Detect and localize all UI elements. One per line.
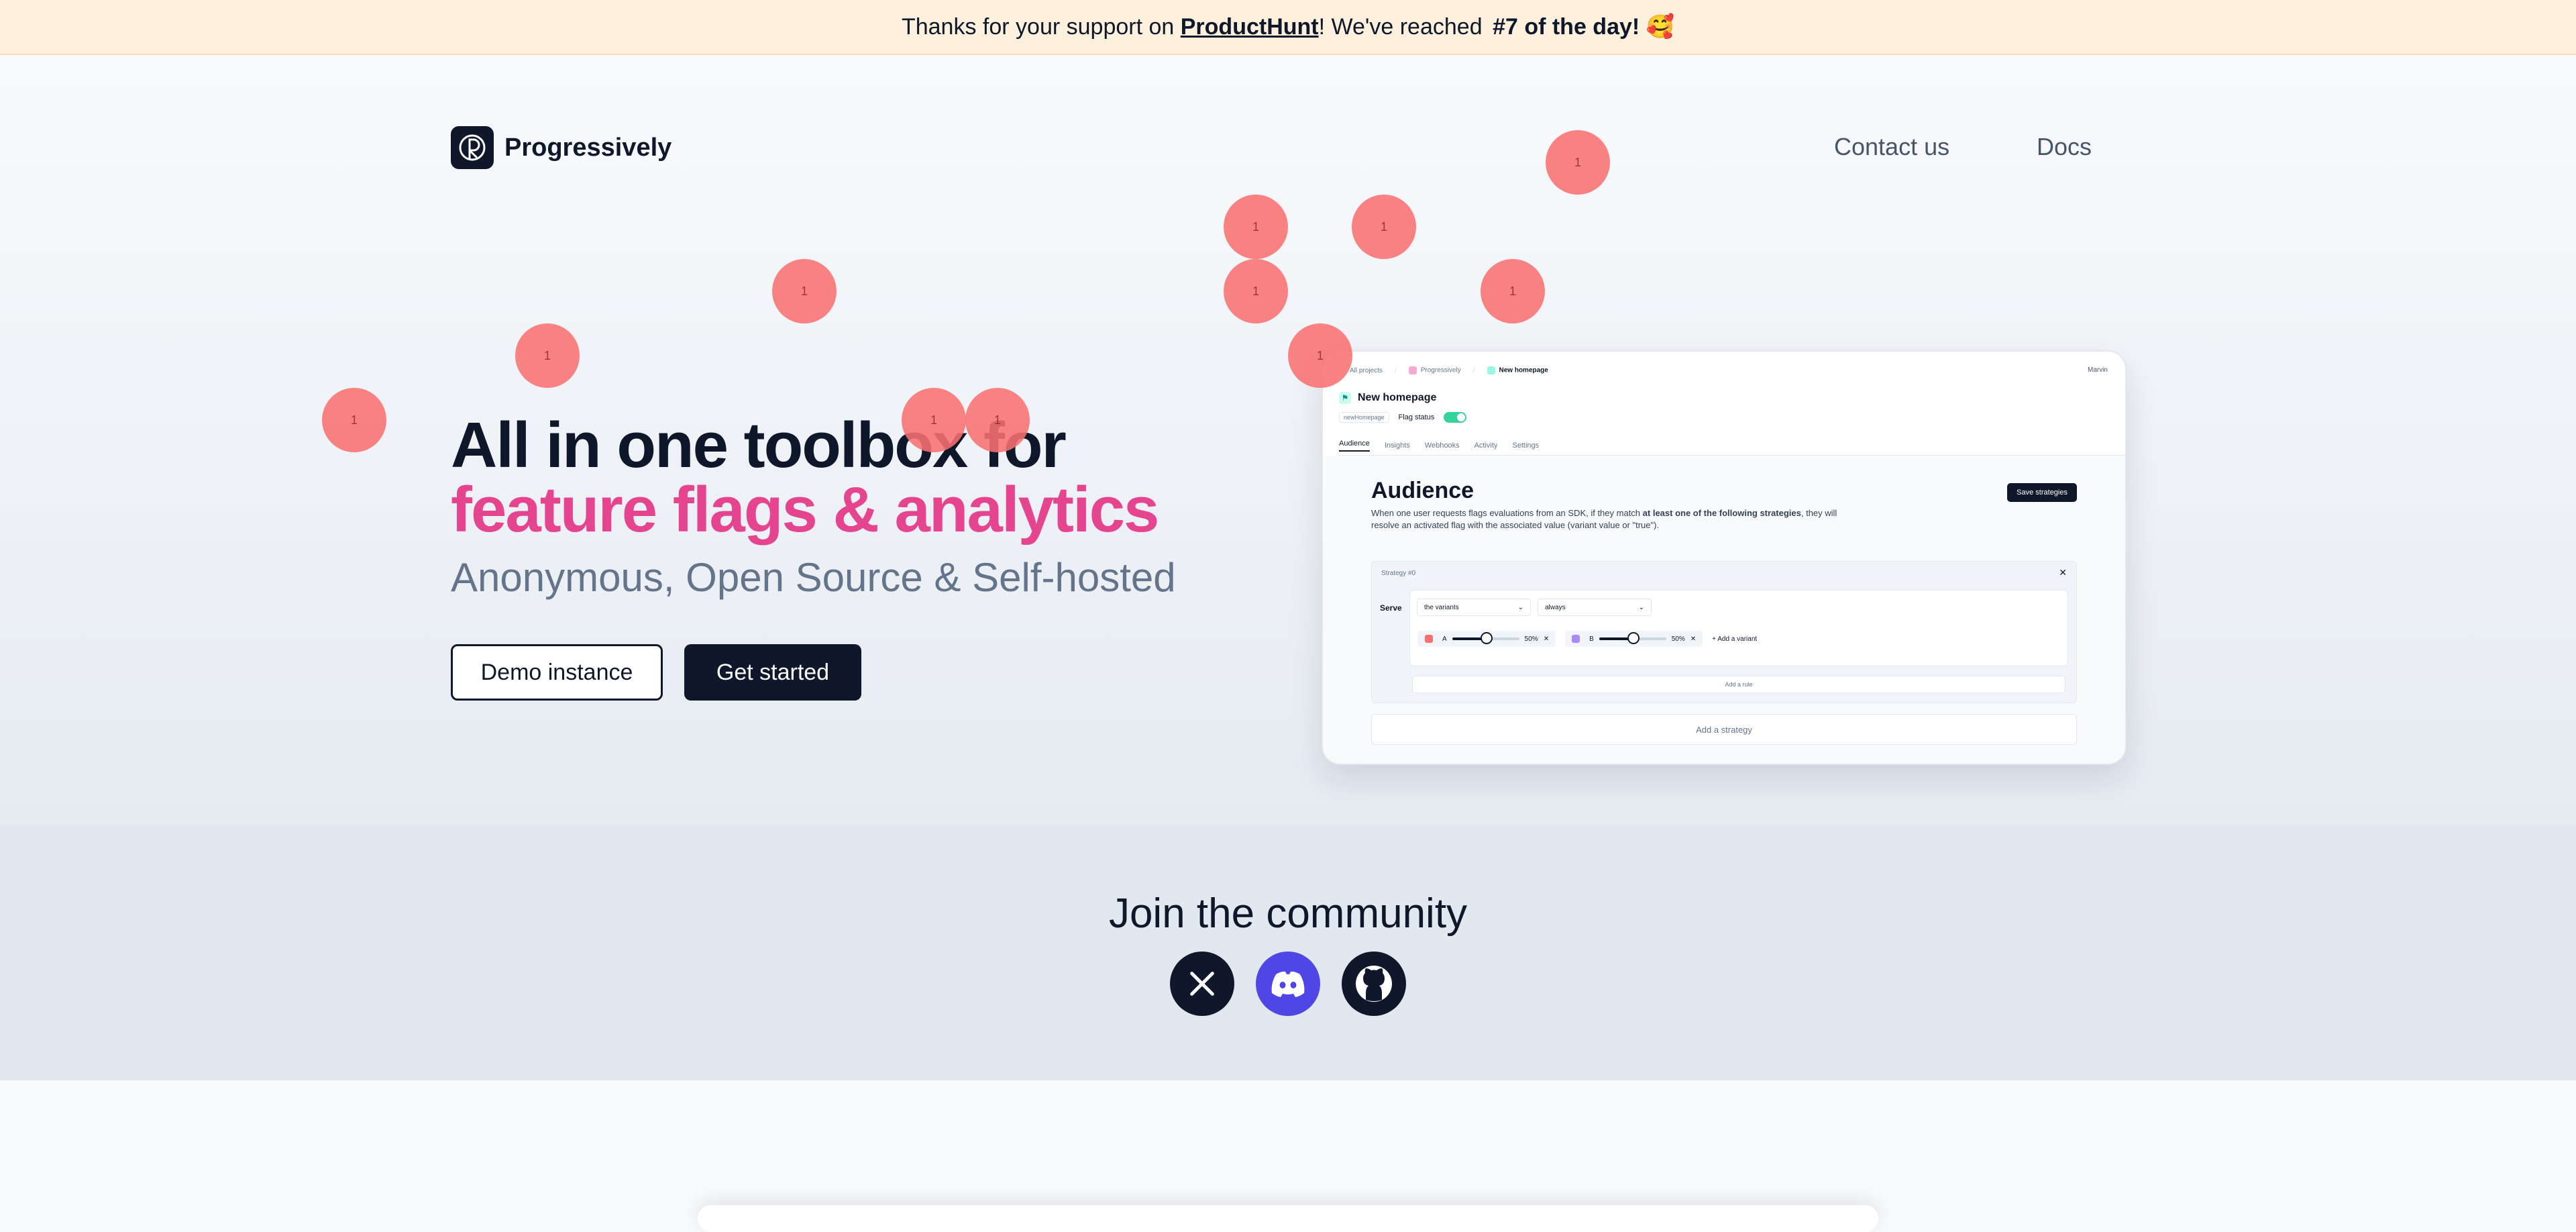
brand-logo-link[interactable]: Progressively — [451, 126, 672, 169]
flag-badge-icon — [1487, 366, 1495, 374]
mock-tab-webhooks: Webhooks — [1424, 442, 1460, 450]
bubble: 1 — [1224, 195, 1288, 259]
mock-strategy-card: Strategy #0 ✕ Serve the variants ⌄ always… — [1371, 561, 2077, 703]
hero-title: All in one toolbox for feature flags & a… — [451, 409, 1159, 546]
mock-tabs: Audience Insights Webhooks Activity Sett… — [1339, 436, 2125, 456]
github-link[interactable] — [1342, 952, 1406, 1016]
mock-tab-settings: Settings — [1512, 442, 1540, 450]
bubble: 1 — [1352, 195, 1416, 259]
mock-serve-select: the variants ⌄ — [1417, 599, 1531, 616]
mock-tab-insights: Insights — [1384, 442, 1410, 450]
bubble: 1 — [772, 259, 837, 323]
mock-flag-meta: newHomepage Flag status — [1339, 412, 1467, 423]
chevron-down-icon: ⌄ — [1638, 603, 1644, 611]
announcement-banner: Thanks for your support on ProductHunt! … — [0, 0, 2576, 55]
project-badge-icon — [1408, 366, 1417, 374]
bubble: 1 — [1481, 259, 1545, 323]
mock-variant-a: A 50% ✕ — [1418, 631, 1556, 647]
mock-flag-toggle — [1444, 412, 1467, 423]
mock-save-button: Save strategies — [2007, 483, 2077, 502]
nav-docs-link[interactable]: Docs — [2037, 133, 2092, 161]
close-icon: ✕ — [2059, 567, 2067, 578]
banner-highlight: #7 of the day! — [1493, 13, 1640, 40]
progressively-logo-icon — [451, 126, 494, 169]
chevron-down-icon: ⌄ — [1517, 603, 1523, 611]
x-twitter-icon — [1190, 972, 1214, 996]
mock-user-menu: Marvin — [2087, 366, 2108, 374]
mock-tab-audience: Audience — [1339, 440, 1370, 452]
discord-link[interactable] — [1256, 952, 1320, 1016]
mock-add-rule: Add a rule — [1412, 676, 2065, 693]
variant-color-icon — [1425, 635, 1433, 643]
x-twitter-link[interactable] — [1170, 952, 1234, 1016]
mock-description: When one user requests flags evaluations… — [1371, 508, 1837, 530]
bubble: 1 — [515, 323, 580, 388]
mock-body: Audience When one user requests flags ev… — [1323, 456, 2125, 764]
mock-strategy-title: Strategy #0 — [1381, 570, 1416, 577]
next-section-card — [698, 1205, 1878, 1232]
brand-name: Progressively — [504, 133, 672, 162]
mock-breadcrumb: All projects / Progressively / New homep… — [1350, 366, 1548, 374]
variant-slider — [1452, 632, 1519, 644]
banner-emoji: 🥰 — [1646, 14, 1675, 40]
community-title: Join the community — [1108, 890, 1468, 937]
mock-variant-b: B 50% ✕ — [1565, 631, 1703, 647]
producthunt-link[interactable]: ProductHunt — [1181, 14, 1319, 40]
hero-title-line2: feature flags & analytics — [451, 474, 1159, 546]
mock-serve-panel: the variants ⌄ always ⌄ A 50% ✕ B 50% ✕ … — [1409, 590, 2068, 666]
mock-when-select: always ⌄ — [1538, 599, 1652, 616]
discord-icon — [1271, 971, 1305, 997]
bubble: 1 — [322, 388, 386, 452]
bubble: 1 — [1546, 130, 1610, 195]
variant-slider — [1599, 632, 1666, 644]
mock-add-variant: + Add a variant — [1712, 635, 1758, 643]
github-icon — [1356, 966, 1392, 1002]
hero-subtitle: Anonymous, Open Source & Self-hosted — [451, 555, 1176, 600]
nav-contact-link[interactable]: Contact us — [1834, 133, 1949, 161]
mock-add-strategy: Add a strategy — [1371, 714, 2077, 745]
mock-flag-status-label: Flag status — [1398, 413, 1435, 421]
hero-title-line1: All in one toolbox for — [451, 409, 1067, 481]
mock-serve-label: Serve — [1380, 603, 1402, 613]
bubble: 1 — [902, 388, 966, 452]
demo-instance-button[interactable]: Demo instance — [451, 644, 663, 701]
close-icon: ✕ — [1690, 635, 1697, 643]
get-started-button[interactable]: Get started — [684, 644, 861, 701]
mock-tab-activity: Activity — [1474, 442, 1498, 450]
bubble: 1 — [1224, 259, 1288, 323]
close-icon: ✕ — [1543, 635, 1550, 643]
variant-color-icon — [1572, 635, 1580, 643]
bubble: 1 — [1288, 323, 1352, 388]
mock-flag-key: newHomepage — [1339, 412, 1389, 423]
banner-prefix: Thanks for your support on — [901, 13, 1175, 40]
plus-icon: + — [1712, 635, 1716, 643]
product-screenshot: All projects / Progressively / New homep… — [1322, 350, 2127, 765]
mock-flag-title: ⚑ New homepage — [1339, 392, 1436, 404]
mock-variants: A 50% ✕ B 50% ✕ + Add a variant — [1418, 631, 1757, 647]
mock-crumb-flag: New homepage — [1487, 366, 1548, 374]
bubble: 1 — [965, 388, 1030, 452]
mock-crumb-projects: All projects — [1350, 366, 1383, 374]
mock-heading: Audience — [1371, 478, 1474, 503]
banner-middle: ! We've reached — [1318, 13, 1483, 40]
mock-crumb-project: Progressively — [1408, 366, 1461, 374]
flag-icon: ⚑ — [1339, 392, 1351, 404]
hero-section — [0, 55, 2576, 825]
